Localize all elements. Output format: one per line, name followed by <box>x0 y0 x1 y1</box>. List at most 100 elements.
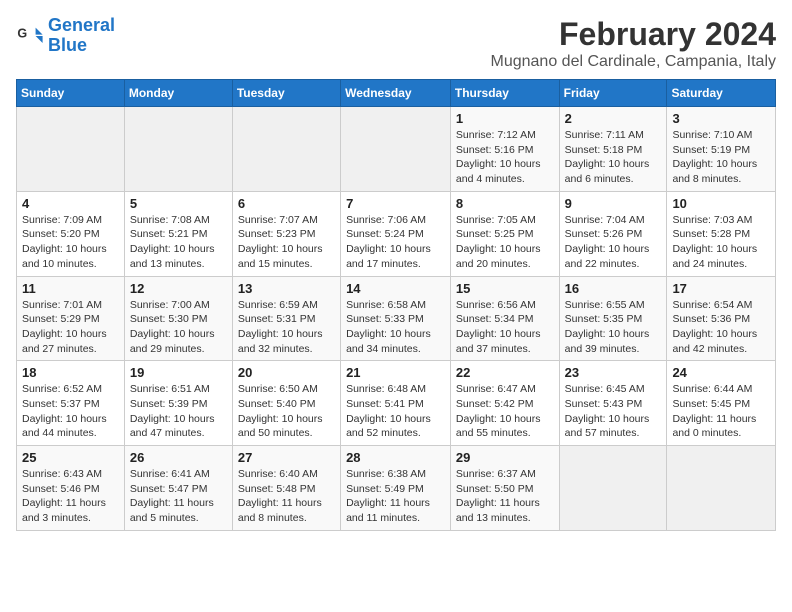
calendar-cell: 13 Sunrise: 6:59 AM Sunset: 5:31 PM Dayli… <box>232 276 340 361</box>
calendar-cell: 4 Sunrise: 7:09 AM Sunset: 5:20 PM Daylig… <box>17 191 125 276</box>
header-day-thursday: Thursday <box>450 80 559 107</box>
day-number: 8 <box>456 196 554 211</box>
calendar-cell: 28 Sunrise: 6:38 AM Sunset: 5:49 PM Dayli… <box>341 446 451 531</box>
day-info: Sunrise: 6:47 AM Sunset: 5:42 PM Dayligh… <box>456 382 554 441</box>
day-info: Sunrise: 6:52 AM Sunset: 5:37 PM Dayligh… <box>22 382 119 441</box>
day-info: Sunrise: 6:58 AM Sunset: 5:33 PM Dayligh… <box>346 298 445 357</box>
logo-line2: Blue <box>48 35 87 55</box>
day-number: 25 <box>22 450 119 465</box>
day-info: Sunrise: 6:45 AM Sunset: 5:43 PM Dayligh… <box>565 382 662 441</box>
header-day-monday: Monday <box>124 80 232 107</box>
calendar-cell: 23 Sunrise: 6:45 AM Sunset: 5:43 PM Dayli… <box>559 361 667 446</box>
calendar-cell: 7 Sunrise: 7:06 AM Sunset: 5:24 PM Daylig… <box>341 191 451 276</box>
calendar-cell <box>341 107 451 192</box>
month-title: February 2024 <box>491 16 777 53</box>
day-info: Sunrise: 6:40 AM Sunset: 5:48 PM Dayligh… <box>238 467 335 526</box>
calendar-cell: 14 Sunrise: 6:58 AM Sunset: 5:33 PM Dayli… <box>341 276 451 361</box>
logo-icon: G <box>16 22 44 50</box>
day-number: 7 <box>346 196 445 211</box>
day-info: Sunrise: 7:04 AM Sunset: 5:26 PM Dayligh… <box>565 213 662 272</box>
week-row-3: 18Sunrise: 6:52 AM Sunset: 5:37 PM Dayli… <box>17 361 776 446</box>
day-info: Sunrise: 6:51 AM Sunset: 5:39 PM Dayligh… <box>130 382 227 441</box>
week-row-4: 25 Sunrise: 6:43 AM Sunset: 5:46 PM Dayli… <box>17 446 776 531</box>
day-number: 21 <box>346 365 445 380</box>
calendar-cell: 12 Sunrise: 7:00 AM Sunset: 5:30 PM Dayli… <box>124 276 232 361</box>
day-info: Sunrise: 6:43 AM Sunset: 5:46 PM Dayligh… <box>22 467 119 526</box>
day-number: 16 <box>565 281 662 296</box>
week-row-0: 1Sunrise: 7:12 AM Sunset: 5:16 PM Daylig… <box>17 107 776 192</box>
day-info: Sunrise: 7:06 AM Sunset: 5:24 PM Dayligh… <box>346 213 445 272</box>
location-title: Mugnano del Cardinale, Campania, Italy <box>491 53 777 71</box>
calendar-cell: 9 Sunrise: 7:04 AM Sunset: 5:26 PM Daylig… <box>559 191 667 276</box>
day-info: Sunrise: 7:10 AM Sunset: 5:19 PM Dayligh… <box>672 128 770 187</box>
day-info: Sunrise: 6:50 AM Sunset: 5:40 PM Dayligh… <box>238 382 335 441</box>
day-number: 12 <box>130 281 227 296</box>
calendar-cell: 27Sunrise: 6:40 AM Sunset: 5:48 PM Dayli… <box>232 446 340 531</box>
calendar-cell: 21Sunrise: 6:48 AM Sunset: 5:41 PM Dayli… <box>341 361 451 446</box>
calendar-header-row: SundayMondayTuesdayWednesdayThursdayFrid… <box>17 80 776 107</box>
calendar-cell: 20Sunrise: 6:50 AM Sunset: 5:40 PM Dayli… <box>232 361 340 446</box>
week-row-2: 11 Sunrise: 7:01 AM Sunset: 5:29 PM Dayli… <box>17 276 776 361</box>
header-day-sunday: Sunday <box>17 80 125 107</box>
day-info: Sunrise: 7:05 AM Sunset: 5:25 PM Dayligh… <box>456 213 554 272</box>
logo: G General Blue <box>16 16 115 56</box>
calendar-cell: 5 Sunrise: 7:08 AM Sunset: 5:21 PM Daylig… <box>124 191 232 276</box>
day-number: 13 <box>238 281 335 296</box>
calendar-cell <box>232 107 340 192</box>
day-number: 10 <box>672 196 770 211</box>
day-info: Sunrise: 6:56 AM Sunset: 5:34 PM Dayligh… <box>456 298 554 357</box>
calendar-cell: 24 Sunrise: 6:44 AM Sunset: 5:45 PM Dayli… <box>667 361 776 446</box>
calendar-cell <box>17 107 125 192</box>
logo-line1: General <box>48 15 115 35</box>
calendar-cell: 17Sunrise: 6:54 AM Sunset: 5:36 PM Dayli… <box>667 276 776 361</box>
calendar-cell <box>667 446 776 531</box>
day-info: Sunrise: 7:00 AM Sunset: 5:30 PM Dayligh… <box>130 298 227 357</box>
calendar-cell: 26 Sunrise: 6:41 AM Sunset: 5:47 PM Dayli… <box>124 446 232 531</box>
day-info: Sunrise: 6:59 AM Sunset: 5:31 PM Dayligh… <box>238 298 335 357</box>
calendar-cell: 2Sunrise: 7:11 AM Sunset: 5:18 PM Daylig… <box>559 107 667 192</box>
day-number: 17 <box>672 281 770 296</box>
day-info: Sunrise: 6:37 AM Sunset: 5:50 PM Dayligh… <box>456 467 554 526</box>
day-number: 23 <box>565 365 662 380</box>
day-number: 3 <box>672 111 770 126</box>
day-info: Sunrise: 7:01 AM Sunset: 5:29 PM Dayligh… <box>22 298 119 357</box>
header-day-tuesday: Tuesday <box>232 80 340 107</box>
day-info: Sunrise: 6:41 AM Sunset: 5:47 PM Dayligh… <box>130 467 227 526</box>
calendar-body: 1Sunrise: 7:12 AM Sunset: 5:16 PM Daylig… <box>17 107 776 531</box>
calendar-cell: 19 Sunrise: 6:51 AM Sunset: 5:39 PM Dayli… <box>124 361 232 446</box>
day-number: 26 <box>130 450 227 465</box>
calendar-cell: 16Sunrise: 6:55 AM Sunset: 5:35 PM Dayli… <box>559 276 667 361</box>
calendar-table: SundayMondayTuesdayWednesdayThursdayFrid… <box>16 79 776 531</box>
day-number: 5 <box>130 196 227 211</box>
calendar-cell: 11 Sunrise: 7:01 AM Sunset: 5:29 PM Dayli… <box>17 276 125 361</box>
calendar-cell: 18Sunrise: 6:52 AM Sunset: 5:37 PM Dayli… <box>17 361 125 446</box>
header-day-friday: Friday <box>559 80 667 107</box>
day-number: 9 <box>565 196 662 211</box>
day-number: 14 <box>346 281 445 296</box>
day-info: Sunrise: 6:38 AM Sunset: 5:49 PM Dayligh… <box>346 467 445 526</box>
day-number: 6 <box>238 196 335 211</box>
day-info: Sunrise: 7:09 AM Sunset: 5:20 PM Dayligh… <box>22 213 119 272</box>
calendar-cell: 15 Sunrise: 6:56 AM Sunset: 5:34 PM Dayli… <box>450 276 559 361</box>
day-number: 28 <box>346 450 445 465</box>
calendar-cell: 10Sunrise: 7:03 AM Sunset: 5:28 PM Dayli… <box>667 191 776 276</box>
calendar-cell <box>559 446 667 531</box>
header-day-saturday: Saturday <box>667 80 776 107</box>
day-number: 15 <box>456 281 554 296</box>
calendar-cell <box>124 107 232 192</box>
logo-text: General Blue <box>48 16 115 56</box>
day-number: 29 <box>456 450 554 465</box>
header-day-wednesday: Wednesday <box>341 80 451 107</box>
day-info: Sunrise: 6:44 AM Sunset: 5:45 PM Dayligh… <box>672 382 770 441</box>
calendar-cell: 1Sunrise: 7:12 AM Sunset: 5:16 PM Daylig… <box>450 107 559 192</box>
calendar-cell: 25 Sunrise: 6:43 AM Sunset: 5:46 PM Dayli… <box>17 446 125 531</box>
day-info: Sunrise: 7:08 AM Sunset: 5:21 PM Dayligh… <box>130 213 227 272</box>
day-number: 19 <box>130 365 227 380</box>
day-number: 4 <box>22 196 119 211</box>
day-info: Sunrise: 7:11 AM Sunset: 5:18 PM Dayligh… <box>565 128 662 187</box>
day-info: Sunrise: 7:07 AM Sunset: 5:23 PM Dayligh… <box>238 213 335 272</box>
day-number: 11 <box>22 281 119 296</box>
day-number: 24 <box>672 365 770 380</box>
calendar-cell: 22Sunrise: 6:47 AM Sunset: 5:42 PM Dayli… <box>450 361 559 446</box>
header: G General Blue February 2024 Mugnano del… <box>16 16 776 71</box>
